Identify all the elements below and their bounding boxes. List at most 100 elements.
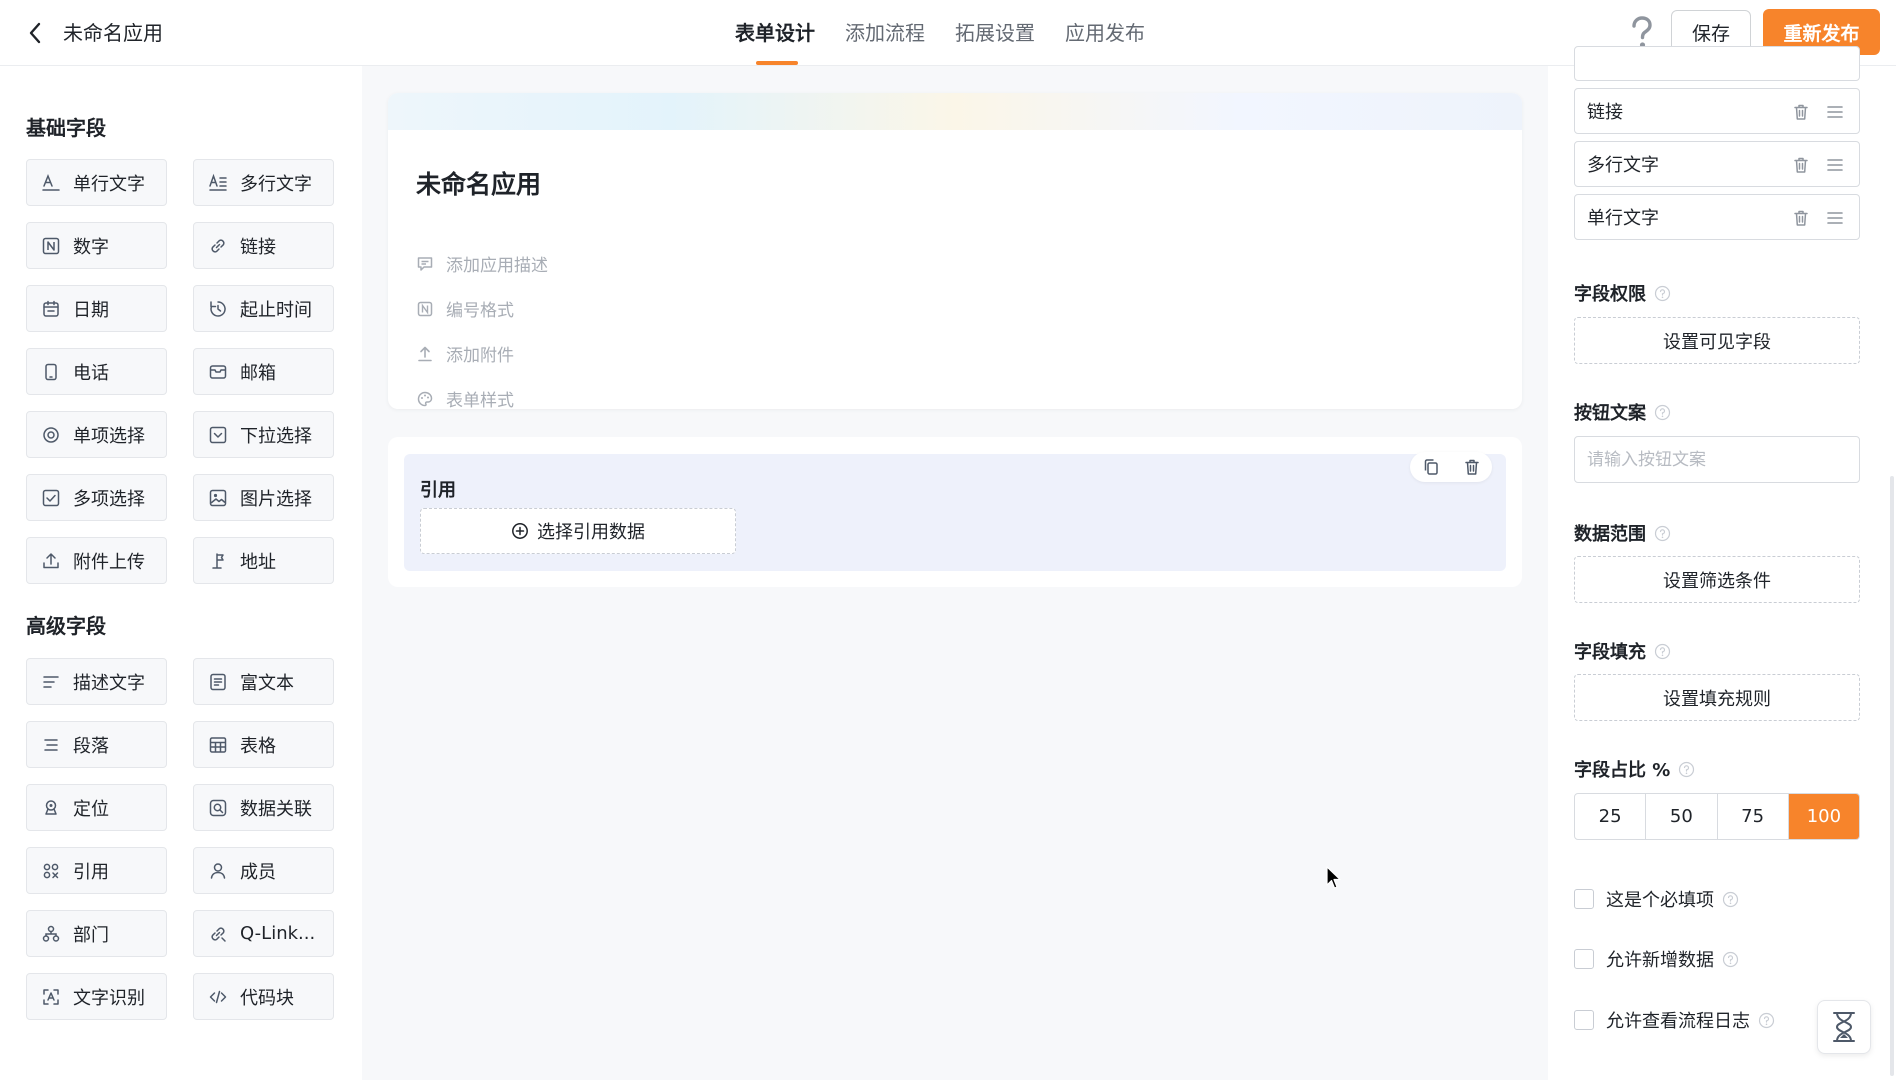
- help-circle-icon[interactable]: [1678, 761, 1695, 778]
- plus-circle-icon: [512, 523, 528, 539]
- time-range-icon: [210, 300, 226, 317]
- field-phone[interactable]: 电话: [26, 348, 167, 395]
- field-paragraph[interactable]: 段落: [26, 721, 167, 768]
- phone-icon: [45, 363, 57, 380]
- number-format-link[interactable]: 编号格式: [416, 296, 514, 321]
- description-icon: [43, 675, 59, 688]
- form-title[interactable]: 未命名应用: [416, 165, 541, 201]
- form-field-card: 引用 选择引用数据: [388, 437, 1522, 587]
- form-header-card: 未命名应用 添加应用描述 编号格式 添加附件 表单样式: [388, 93, 1522, 409]
- required-checkbox[interactable]: 这是个必填项: [1574, 886, 1739, 912]
- field-table[interactable]: 表格: [193, 721, 334, 768]
- field-image-select[interactable]: 图片选择: [193, 474, 334, 521]
- drag-handle-icon[interactable]: [1825, 208, 1845, 228]
- field-time-range[interactable]: 起止时间: [193, 285, 334, 332]
- drag-handle-icon[interactable]: [1825, 102, 1845, 122]
- copy-icon[interactable]: [1422, 458, 1440, 476]
- image-icon: [209, 489, 227, 506]
- member-icon: [210, 862, 226, 879]
- field-department[interactable]: 部门: [26, 910, 167, 957]
- advanced-fields-title: 高级字段: [26, 614, 106, 638]
- field-permission-title: 字段权限: [1574, 280, 1671, 306]
- help-circle-icon[interactable]: [1758, 1012, 1775, 1029]
- select-reference-data-button[interactable]: 选择引用数据: [420, 508, 736, 554]
- table-icon: [209, 736, 227, 753]
- checkbox-box[interactable]: [1574, 949, 1594, 969]
- field-rich-text[interactable]: 富文本: [193, 658, 334, 705]
- ratio-option-50[interactable]: 50: [1646, 794, 1718, 839]
- field-code-block[interactable]: 代码块: [193, 973, 334, 1020]
- help-circle-icon[interactable]: [1722, 891, 1739, 908]
- delete-icon[interactable]: [1791, 208, 1811, 228]
- add-description-link[interactable]: 添加应用描述: [416, 251, 548, 276]
- radio-icon: [43, 426, 59, 443]
- back-button[interactable]: [20, 18, 50, 48]
- help-circle-icon[interactable]: [1654, 404, 1671, 421]
- field-number[interactable]: 数字: [26, 222, 167, 269]
- field-toolbar: [1410, 452, 1492, 482]
- field-member[interactable]: 成员: [193, 847, 334, 894]
- palette-icon: [417, 391, 433, 406]
- help-circle-icon[interactable]: [1722, 951, 1739, 968]
- help-circle-icon[interactable]: [1654, 285, 1671, 302]
- help-circle-icon[interactable]: [1654, 643, 1671, 660]
- field-ocr[interactable]: 文字识别: [26, 973, 167, 1020]
- mouse-cursor-icon: [1326, 866, 1341, 889]
- field-qlink[interactable]: Q-Link...: [193, 910, 334, 957]
- allow-view-flow-log-checkbox[interactable]: 允许查看流程日志: [1574, 1007, 1775, 1033]
- set-fill-rules-button[interactable]: 设置填充规则: [1574, 674, 1860, 721]
- field-date[interactable]: 日期: [26, 285, 167, 332]
- column-list-item[interactable]: 链接: [1574, 88, 1860, 134]
- field-location[interactable]: 定位: [26, 784, 167, 831]
- ocr-icon: [43, 988, 59, 1005]
- tab-app-publish[interactable]: 应用发布: [1050, 0, 1160, 66]
- button-text-input[interactable]: [1574, 436, 1860, 483]
- multi-line-text-icon: [209, 173, 227, 191]
- mail-icon: [209, 364, 227, 379]
- number-format-icon: [417, 301, 433, 316]
- properties-panel: 链接 多行文字 单行文字 字段权限 设置可见字段 按钮文案 数据范围 设置筛选条…: [1548, 46, 1896, 1080]
- field-ratio-title: 字段占比 %: [1574, 756, 1695, 782]
- comment-icon: [417, 256, 433, 271]
- tab-form-design[interactable]: 表单设计: [720, 0, 830, 66]
- field-multi-line-text[interactable]: 多行文字: [193, 159, 334, 206]
- field-dropdown[interactable]: 下拉选择: [193, 411, 334, 458]
- checkbox-icon: [42, 489, 60, 506]
- delete-icon[interactable]: [1791, 102, 1811, 122]
- field-checkbox[interactable]: 多项选择: [26, 474, 167, 521]
- reference-field-selected[interactable]: 引用 选择引用数据: [404, 452, 1506, 571]
- field-link[interactable]: 链接: [193, 222, 334, 269]
- drag-handle-icon[interactable]: [1825, 155, 1845, 175]
- number-icon: [42, 237, 60, 254]
- field-radio[interactable]: 单项选择: [26, 411, 167, 458]
- form-style-link[interactable]: 表单样式: [416, 386, 514, 409]
- column-list-item[interactable]: 多行文字: [1574, 141, 1860, 187]
- field-single-line-text[interactable]: 单行文字: [26, 159, 167, 206]
- ratio-option-25[interactable]: 25: [1575, 794, 1647, 839]
- allow-add-data-checkbox[interactable]: 允许新增数据: [1574, 946, 1739, 972]
- set-visible-fields-button[interactable]: 设置可见字段: [1574, 317, 1860, 364]
- column-list-item[interactable]: 单行文字: [1574, 194, 1860, 240]
- hourglass-icon: [1833, 1012, 1855, 1042]
- field-data-link[interactable]: 数据关联: [193, 784, 334, 831]
- ratio-option-75[interactable]: 75: [1718, 794, 1789, 839]
- field-description[interactable]: 描述文字: [26, 658, 167, 705]
- field-reference[interactable]: 引用: [26, 847, 167, 894]
- hourglass-float-button[interactable]: [1817, 1000, 1871, 1054]
- field-address[interactable]: 地址: [193, 537, 334, 584]
- link-icon: [211, 238, 225, 253]
- field-upload[interactable]: 附件上传: [26, 537, 167, 584]
- panel-scrollbar[interactable]: [1890, 476, 1894, 1076]
- set-filter-conditions-button[interactable]: 设置筛选条件: [1574, 556, 1860, 603]
- add-attachment-link[interactable]: 添加附件: [416, 341, 514, 366]
- delete-icon[interactable]: [1463, 458, 1481, 476]
- tab-add-flow[interactable]: 添加流程: [830, 0, 940, 66]
- delete-icon[interactable]: [1791, 155, 1811, 175]
- ratio-option-100[interactable]: 100: [1788, 794, 1859, 839]
- help-circle-icon[interactable]: [1654, 525, 1671, 542]
- checkbox-box[interactable]: [1574, 1010, 1594, 1030]
- tab-extend-settings[interactable]: 拓展设置: [940, 0, 1050, 66]
- form-canvas: 未命名应用 添加应用描述 编号格式 添加附件 表单样式 引用 选择引用数据: [362, 66, 1548, 1080]
- field-mail[interactable]: 邮箱: [193, 348, 334, 395]
- checkbox-box[interactable]: [1574, 889, 1594, 909]
